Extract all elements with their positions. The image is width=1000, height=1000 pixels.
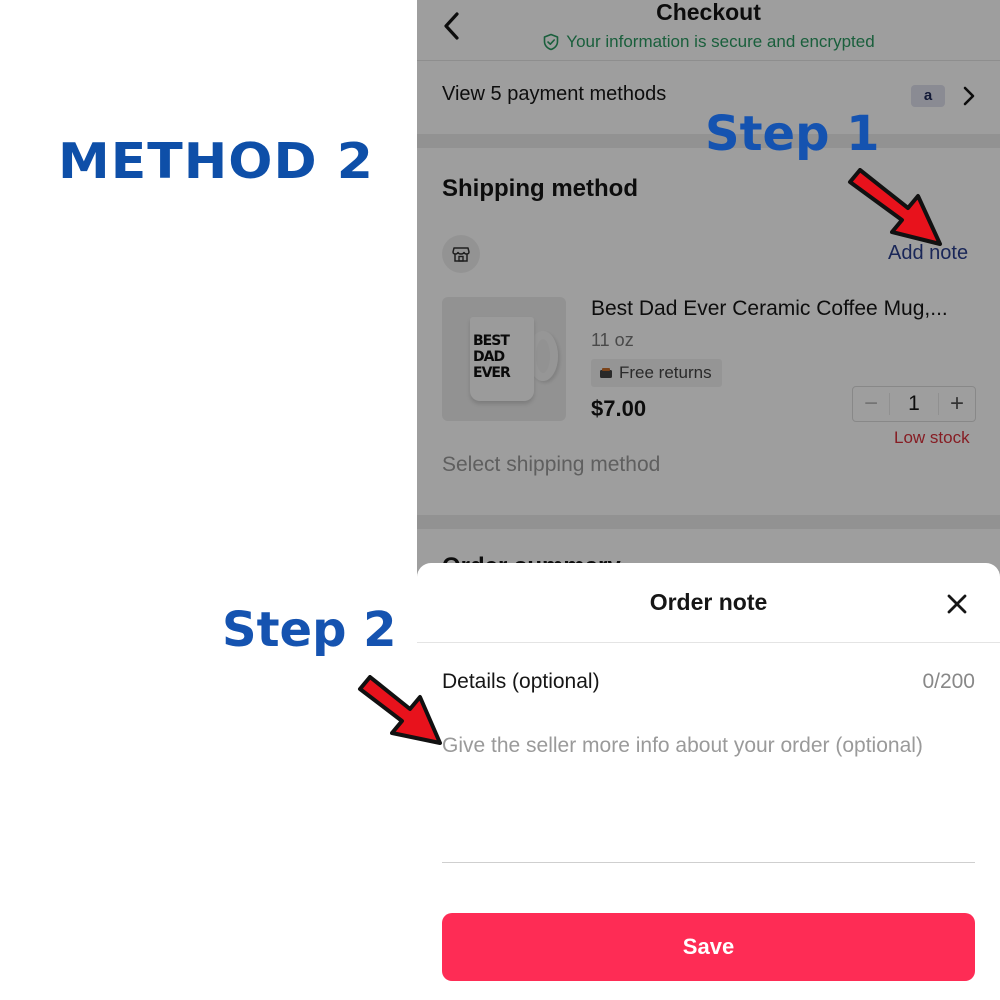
order-note-input[interactable] bbox=[442, 733, 975, 863]
method-title: METHOD 2 bbox=[58, 133, 374, 191]
step-2-label: Step 2 bbox=[222, 602, 397, 658]
save-button[interactable]: Save bbox=[442, 913, 975, 981]
order-note-sheet: Order note Details (optional) 0/200 Save bbox=[417, 563, 1000, 1000]
step-1-label: Step 1 bbox=[705, 106, 880, 162]
close-icon[interactable] bbox=[946, 593, 968, 615]
step-1-arrow bbox=[848, 168, 942, 246]
character-count: 0/200 bbox=[922, 670, 975, 693]
sheet-divider bbox=[417, 642, 1000, 643]
details-label: Details (optional) bbox=[442, 670, 600, 693]
step-2-arrow bbox=[358, 675, 442, 745]
sheet-title: Order note bbox=[649, 589, 768, 615]
